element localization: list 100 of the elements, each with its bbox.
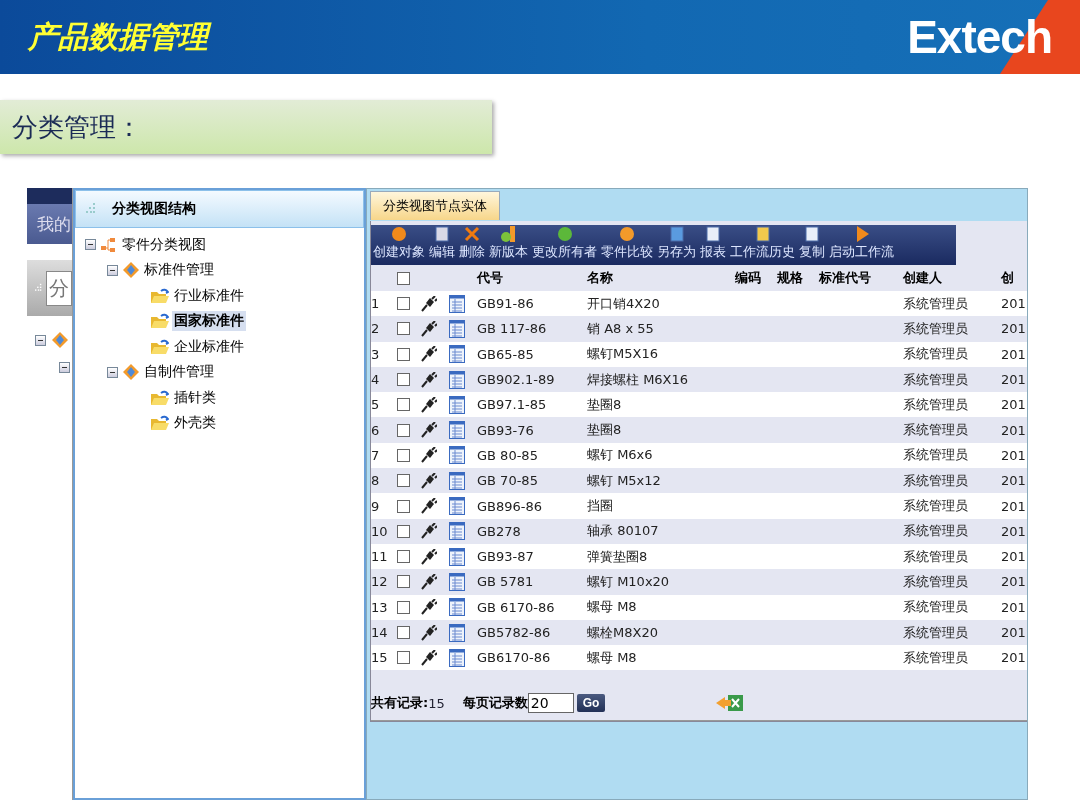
go-button[interactable]: Go bbox=[576, 694, 606, 712]
table-row[interactable]: 13 GB 6170-86 螺母 M8 系统管理员 201 bbox=[371, 594, 1027, 620]
row-number: 11 bbox=[371, 549, 389, 565]
table-cell: 201 bbox=[1001, 372, 1027, 388]
plug-icon bbox=[421, 573, 437, 590]
table-cell-text: GB97.1-85 bbox=[477, 397, 548, 413]
toolbar-button[interactable]: 工作流历史 bbox=[728, 225, 797, 265]
toolbar-button[interactable]: 创建对象 bbox=[371, 225, 427, 265]
toolbar-button[interactable]: 零件比较 bbox=[599, 225, 655, 265]
row-checkbox[interactable] bbox=[397, 499, 410, 513]
collapse-icon[interactable] bbox=[107, 366, 118, 378]
table-row[interactable]: 1 GB91-86 开口销4X20 系统管理员 201 bbox=[371, 291, 1027, 317]
table-cell: 201 bbox=[1001, 447, 1027, 463]
circle-icon bbox=[618, 225, 636, 243]
row-checkbox[interactable] bbox=[397, 322, 410, 336]
table-cell: 201 bbox=[1001, 523, 1027, 539]
table-icon bbox=[449, 319, 465, 338]
row-checkbox[interactable] bbox=[397, 297, 410, 311]
column-header: 代号 bbox=[477, 269, 504, 287]
table-cell: 201 bbox=[1001, 321, 1027, 337]
grid-icon bbox=[35, 282, 42, 294]
table-cell-text: 系统管理员 bbox=[903, 370, 969, 389]
row-checkbox[interactable] bbox=[397, 651, 410, 665]
row-checkbox[interactable] bbox=[397, 575, 410, 589]
search-field[interactable]: 分 bbox=[46, 270, 72, 306]
table-row[interactable]: 11 GB93-87 弹簧垫圈8 系统管理员 201 bbox=[371, 543, 1027, 570]
document-icon bbox=[803, 225, 821, 243]
table-cell-text: 系统管理员 bbox=[903, 471, 969, 490]
tab[interactable]: 分类视图节点实体 bbox=[370, 191, 500, 220]
title-bar bbox=[27, 188, 72, 204]
table-icon bbox=[449, 497, 465, 515]
plug-icon bbox=[421, 472, 437, 489]
export-icon[interactable] bbox=[715, 693, 746, 713]
folder-icon bbox=[151, 415, 169, 432]
page-size-field[interactable]: 20 bbox=[527, 693, 574, 713]
tree-item[interactable]: 自制件管理 bbox=[142, 362, 216, 383]
toolbar-button[interactable]: 更改所有者 bbox=[530, 225, 599, 265]
collapse-icon[interactable] bbox=[85, 239, 96, 251]
toolbar-button[interactable]: 报表 bbox=[698, 225, 728, 265]
plug-icon bbox=[421, 396, 437, 413]
tree-item[interactable]: 标准件管理 bbox=[142, 260, 216, 281]
table-cell-text: 螺母 M8 bbox=[587, 598, 638, 617]
table-cell: 201 bbox=[1001, 397, 1027, 413]
document-icon bbox=[433, 225, 451, 243]
table-row[interactable]: 9 GB896-86 挡圈 系统管理员 201 bbox=[371, 493, 1027, 519]
select-all-checkbox[interactable] bbox=[397, 271, 410, 285]
row-checkbox[interactable] bbox=[397, 423, 410, 437]
grid-icon bbox=[86, 203, 96, 215]
table-icon bbox=[449, 421, 465, 440]
toolbar-button[interactable]: 新版本 bbox=[487, 225, 530, 265]
plug-icon bbox=[421, 523, 437, 540]
row-checkbox[interactable] bbox=[397, 550, 410, 564]
table-cell-text: GB6170-86 bbox=[477, 650, 552, 666]
toolbar-button[interactable]: 启动工作流 bbox=[827, 225, 896, 265]
toolbar-button[interactable]: 删除 bbox=[457, 225, 487, 265]
toolbar-button[interactable]: 编辑 bbox=[427, 225, 457, 265]
tree-item[interactable]: 国家标准件 bbox=[172, 311, 246, 332]
collapse-icon[interactable] bbox=[35, 334, 46, 346]
table-row[interactable]: 5 GB97.1-85 垫圈8 系统管理员 201 bbox=[371, 392, 1027, 418]
section-label: 分类管理： bbox=[0, 100, 492, 154]
tab[interactable]: 我的 bbox=[27, 204, 72, 244]
table-cell-text: 系统管理员 bbox=[903, 547, 969, 566]
table-cell: 201 bbox=[1001, 625, 1027, 640]
row-checkbox[interactable] bbox=[397, 398, 410, 412]
plug-icon bbox=[421, 599, 437, 616]
tree-item[interactable]: 外壳类 bbox=[172, 413, 218, 434]
table-row[interactable]: 15 GB6170-86 螺母 M8 系统管理员 201 bbox=[371, 645, 1027, 671]
row-checkbox[interactable] bbox=[397, 373, 410, 387]
row-checkbox[interactable] bbox=[397, 347, 410, 361]
table-cell-text: GB 117-86 bbox=[477, 321, 548, 337]
row-checkbox[interactable] bbox=[397, 474, 410, 488]
toolbar-button[interactable]: 另存为 bbox=[655, 225, 698, 265]
table-cell-text: 轴承 80107 bbox=[587, 522, 660, 541]
tree-item[interactable]: 企业标准件 bbox=[172, 336, 246, 357]
row-checkbox[interactable] bbox=[397, 600, 410, 614]
table-cell-text: 弹簧垫圈8 bbox=[587, 547, 649, 566]
table-cell-text: GB278 bbox=[477, 523, 522, 539]
document-icon bbox=[667, 225, 686, 243]
table-cell: 201 bbox=[1001, 346, 1027, 362]
toolbar-button[interactable]: 复制 bbox=[797, 225, 827, 265]
row-number: 12 bbox=[371, 574, 389, 590]
table-cell-text: GB 5781 bbox=[477, 574, 535, 590]
table-row[interactable]: 3 GB65-85 螺钉M5X16 系统管理员 201 bbox=[371, 341, 1027, 367]
row-checkbox[interactable] bbox=[397, 524, 410, 538]
tree-item[interactable]: 零件分类视图 bbox=[120, 234, 208, 255]
hierarchy-icon bbox=[101, 236, 117, 253]
column-header: 创建人 bbox=[903, 269, 943, 287]
tree-item[interactable]: 插针类 bbox=[172, 387, 218, 408]
row-checkbox[interactable] bbox=[397, 626, 410, 639]
table-cell: 201 bbox=[1001, 498, 1027, 514]
collapse-icon[interactable] bbox=[59, 362, 70, 373]
plug-icon bbox=[421, 548, 437, 565]
table-cell-text: GB 70-85 bbox=[477, 473, 539, 489]
table-row[interactable]: 7 GB 80-85 螺钉 M6x6 系统管理员 201 bbox=[371, 442, 1027, 469]
table-cell-text: 系统管理员 bbox=[903, 395, 969, 414]
collapse-icon[interactable] bbox=[107, 264, 118, 276]
plug-icon bbox=[421, 447, 437, 464]
tree-item[interactable]: 行业标准件 bbox=[172, 285, 246, 306]
table-cell-text: GB91-86 bbox=[477, 296, 535, 312]
row-checkbox[interactable] bbox=[397, 448, 410, 462]
